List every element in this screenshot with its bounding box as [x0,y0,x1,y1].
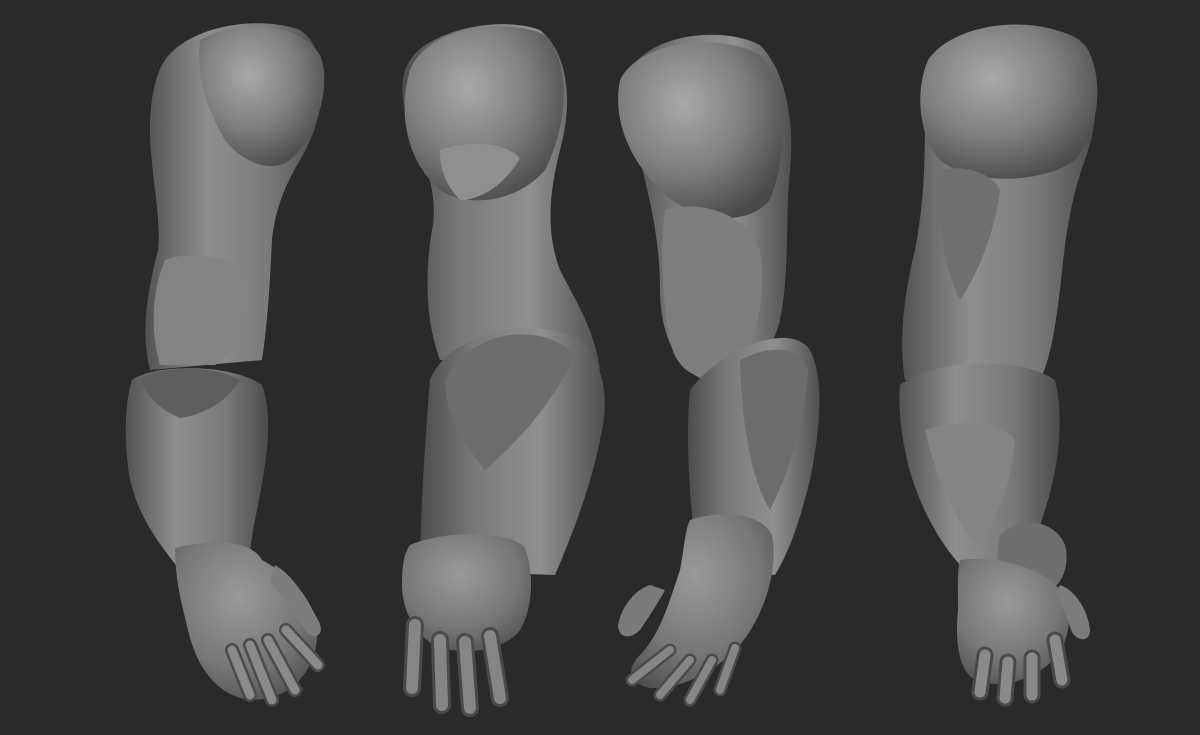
sculpt-viewport [0,0,1200,735]
arm-view-side [899,24,1098,707]
arm-view-back [402,24,605,717]
arm-view-front-left [618,34,820,707]
arm4-shoulder [920,24,1098,179]
arm3-shoulder [618,42,783,219]
arm-sculpt-render [125,23,1098,717]
arm-view-front-right [125,23,325,707]
arm3-thumb [618,585,665,637]
